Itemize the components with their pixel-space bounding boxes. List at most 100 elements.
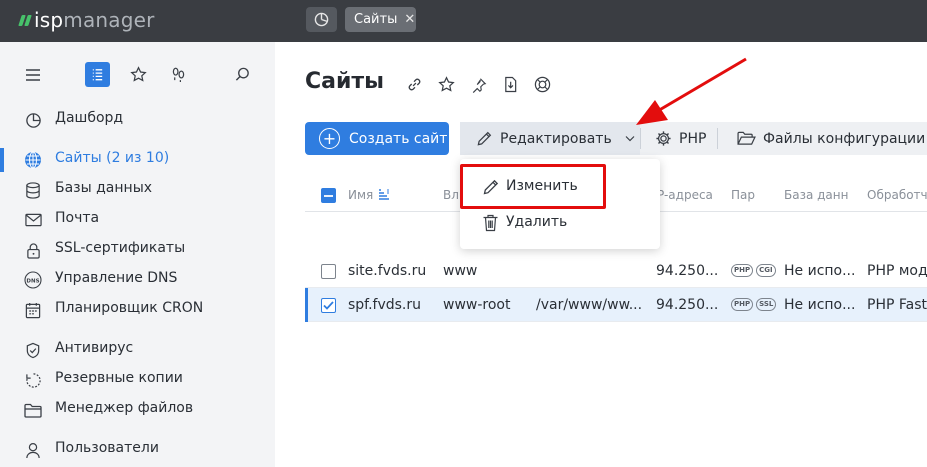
sidebar-item-label: Резервные копии (55, 370, 183, 386)
sidebar-item-ssl[interactable]: SSL-сертификаты (0, 234, 275, 264)
sidebar-item-label: Управление DNS (55, 270, 178, 286)
sidebar-item-sites[interactable]: Сайты (2 из 10) (0, 144, 275, 174)
menu-item-delete[interactable]: Удалить (460, 206, 660, 240)
list-view-icon[interactable] (85, 62, 110, 87)
annotation-highlight-box (460, 164, 606, 209)
sidebar-item-label: Базы данных (55, 180, 153, 196)
sidebar-item-label: Антивирус (55, 340, 134, 356)
edit-menu-label: Редактировать (500, 130, 612, 147)
sort-icon[interactable] (378, 188, 390, 202)
tab-sites[interactable]: Сайты ✕ (345, 7, 416, 32)
dashboard-tab[interactable] (306, 7, 337, 32)
cgi-badge: CGI (756, 264, 776, 277)
cell-ip: 94.250... (656, 263, 719, 279)
calendar-icon (24, 301, 42, 319)
sidebar: Дашборд Сайты (2 из 10) Базы данных Почт… (0, 42, 275, 467)
link-icon[interactable] (404, 74, 425, 95)
lock-icon (24, 241, 42, 259)
menu-icon[interactable] (20, 62, 45, 87)
cell-name[interactable]: spf.fvds.ru (348, 297, 421, 313)
row-checkbox[interactable] (321, 298, 336, 313)
menu-item-label: Удалить (506, 214, 568, 230)
top-bar: ispmanager Сайты ✕ (0, 0, 927, 42)
cell-params: PHP CGI (731, 264, 776, 277)
gear-icon (655, 130, 672, 147)
title-actions (404, 74, 553, 95)
column-header-params[interactable]: Пар (731, 188, 755, 202)
cell-handler: PHP моду (867, 263, 927, 279)
cell-name[interactable]: site.fvds.ru (348, 263, 426, 279)
mail-icon (24, 211, 42, 229)
app-logo[interactable]: ispmanager (18, 8, 155, 32)
php-label: PHP (679, 130, 707, 147)
sidebar-item-label: Менеджер файлов (55, 400, 194, 416)
column-header-owner[interactable]: Вл (443, 188, 459, 202)
trash-icon (482, 214, 499, 232)
backup-icon (24, 371, 42, 389)
logo-mark-icon (18, 14, 32, 26)
sidebar-item-file-manager[interactable]: Менеджер файлов (0, 394, 275, 424)
sidebar-item-label: Дашборд (55, 110, 124, 126)
sidebar-item-mail[interactable]: Почта (0, 204, 275, 234)
star-icon[interactable] (436, 74, 457, 95)
sidebar-item-dashboard[interactable]: Дашборд (0, 104, 275, 134)
php-button[interactable]: PHP (642, 122, 717, 155)
sidebar-item-cron[interactable]: Планировщик CRON (0, 294, 275, 324)
dashboard-icon (24, 111, 42, 129)
main-content: Сайты + Создать сайт Редактировать PHP Ф… (275, 42, 927, 467)
star-icon[interactable] (126, 62, 151, 87)
pin-icon[interactable] (468, 74, 489, 95)
table-row[interactable]: spf.fvds.ru www-root /var/www/ww... 94.2… (305, 288, 927, 322)
sidebar-item-label: Сайты (2 из 10) (55, 150, 170, 166)
sidebar-item-users[interactable]: Пользователи (0, 434, 275, 464)
cell-owner: www-root (443, 297, 511, 313)
sidebar-item-databases[interactable]: Базы данных (0, 174, 275, 204)
tab-label: Сайты (354, 12, 398, 27)
cell-handler: PHP FastC (867, 297, 927, 313)
pie-chart-icon (314, 12, 329, 27)
column-header-database[interactable]: База данн (784, 188, 848, 202)
footprints-icon[interactable] (166, 62, 191, 87)
toolbar: + Создать сайт Редактировать PHP Файлы к… (305, 122, 927, 155)
shield-icon (24, 341, 42, 359)
close-icon[interactable]: ✕ (404, 12, 415, 27)
cell-params: PHP SSL (731, 298, 777, 311)
logo-text: ispmanager (34, 8, 155, 32)
chevron-down-icon (625, 135, 635, 142)
cell-path: /var/www/ww... (536, 297, 643, 313)
sidebar-item-antivirus[interactable]: Антивирус (0, 334, 275, 364)
cell-ip: 94.250... (656, 297, 719, 313)
column-header-handler[interactable]: Обработч (867, 188, 927, 202)
dns-icon: DNS (24, 271, 42, 289)
sidebar-item-label: SSL-сертификаты (55, 240, 186, 256)
cell-database: Не испо... (784, 297, 856, 313)
toolbar-group: Редактировать PHP Файлы конфигурации (460, 122, 927, 155)
edit-menu-button[interactable]: Редактировать (460, 122, 640, 155)
sidebar-item-dns[interactable]: DNS Управление DNS (0, 264, 275, 294)
create-site-label: Создать сайт (349, 130, 448, 147)
config-files-label: Файлы конфигурации (763, 130, 926, 147)
search-icon[interactable] (230, 62, 255, 87)
select-all-checkbox[interactable] (321, 188, 336, 203)
column-header-name[interactable]: Имя (348, 188, 373, 202)
download-doc-icon[interactable] (500, 74, 521, 95)
create-site-button[interactable]: + Создать сайт (305, 122, 449, 155)
page-title: Сайты (305, 69, 385, 94)
table-row[interactable]: site.fvds.ru www 94.250... PHP CGI Не ис… (305, 254, 927, 288)
globe-icon (24, 151, 42, 169)
sidebar-item-backups[interactable]: Резервные копии (0, 364, 275, 394)
php-badge: PHP (731, 264, 754, 277)
sidebar-item-label: Планировщик CRON (55, 300, 204, 316)
ssl-badge: SSL (756, 298, 777, 311)
toolbar-divider (717, 128, 718, 149)
cell-database: Не испо... (784, 263, 856, 279)
database-icon (24, 181, 42, 199)
svg-text:DNS: DNS (26, 279, 39, 285)
column-header-ip[interactable]: P-адреса (657, 188, 713, 202)
user-icon (24, 441, 42, 459)
row-checkbox[interactable] (321, 264, 336, 279)
config-files-button[interactable]: Файлы конфигурации (723, 122, 927, 155)
folder-open-icon (737, 131, 756, 146)
help-icon[interactable] (532, 74, 553, 95)
plus-icon: + (319, 128, 340, 149)
